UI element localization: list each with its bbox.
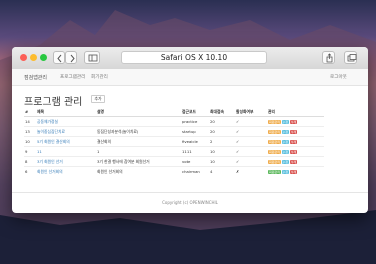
table-row: 6 회원인 선거회의 회원인 선거회의 chairman 4 ✗ 회원관리 수정 삭…	[24, 166, 324, 176]
col-manage: 관리	[267, 107, 324, 117]
row-access-code: practice	[181, 116, 209, 127]
col-description: 설명	[96, 107, 181, 117]
chevron-right-icon	[70, 54, 75, 63]
table-header-row: # 제목 설명 접근코드 최대접속 활성화여부 관리	[24, 107, 324, 117]
row-active-status: ✓	[235, 126, 267, 137]
row-title-link[interactable]: 회원인 선거회의	[36, 166, 96, 176]
program-table: # 제목 설명 접근코드 최대접속 활성화여부 관리 14 공동체가정실 pra…	[24, 107, 324, 176]
row-description: 회원인 선거회의	[96, 166, 181, 176]
members-button[interactable]: 회원관리	[268, 169, 282, 175]
forward-button[interactable]	[65, 51, 77, 64]
row-title-link[interactable]: 5기 회원인 결산회의	[36, 136, 96, 147]
table-row: 8 3기 회원인 선거 3기 한결 행사에 참여분 회원선거 vote 10 ✓…	[24, 156, 324, 167]
edit-button[interactable]: 수정	[281, 149, 290, 155]
col-title: 제목	[36, 107, 96, 117]
row-description: 동집단성과분석(놀이치료)	[96, 126, 181, 137]
row-actions: 회원관리 수정 삭제	[267, 166, 324, 176]
row-active-status: ✓	[235, 116, 267, 127]
site-navbar: 점검앱관리 프로그램관리 회기관리 로그아웃	[12, 69, 368, 86]
address-bar[interactable]: Safari OS X 10.10	[121, 51, 267, 64]
close-window-button[interactable]	[20, 54, 27, 61]
row-number: 9	[24, 146, 36, 157]
delete-button[interactable]: 삭제	[289, 149, 298, 155]
page-title: 프로그램 관리	[24, 97, 83, 108]
row-actions: 회원관리 수정 삭제	[267, 156, 324, 167]
members-button[interactable]: 회원관리	[268, 139, 282, 145]
table-row: 9 11 1 1111 10 ✓ 회원관리 수정 삭제	[24, 146, 324, 157]
delete-button[interactable]: 삭제	[289, 129, 298, 135]
delete-button[interactable]: 삭제	[289, 139, 298, 145]
row-max-connections: 10	[209, 146, 235, 157]
row-title-link[interactable]: 놀이중심집단치료	[36, 126, 96, 137]
row-access-code: vote	[181, 156, 209, 167]
delete-button[interactable]: 삭제	[289, 159, 298, 165]
row-actions: 회원관리 수정 삭제	[267, 116, 324, 127]
row-max-connections: 10	[209, 156, 235, 167]
row-number: 13	[24, 126, 36, 137]
row-access-code: chairman	[181, 166, 209, 176]
edit-button[interactable]: 수정	[281, 129, 290, 135]
row-description: 결산회의	[96, 136, 181, 147]
edit-button[interactable]: 수정	[281, 159, 290, 165]
row-actions: 회원관리 수정 삭제	[267, 136, 324, 147]
sidebar-toggle-button[interactable]	[84, 51, 100, 64]
row-access-code: fiveaicle	[181, 136, 209, 147]
table-row: 14 공동체가정실 practice 20 ✓ 회원관리 수정 삭제	[24, 116, 324, 127]
delete-button[interactable]: 삭제	[289, 119, 298, 125]
row-description: 1	[96, 146, 181, 157]
col-number: #	[24, 107, 36, 117]
nav-item-programs[interactable]: 프로그램관리	[60, 74, 85, 80]
sidebar-icon	[88, 54, 98, 62]
row-access-code: 1111	[181, 146, 209, 157]
page-footer: Copyright (c) OPENWINCHIL	[12, 192, 368, 213]
title-bar: Safari OS X 10.10	[12, 47, 368, 70]
row-max-connections: 2	[209, 136, 235, 147]
back-button[interactable]	[53, 51, 65, 64]
nav-logout[interactable]: 로그아웃	[330, 74, 347, 80]
row-access-code: startup	[181, 126, 209, 137]
members-button[interactable]: 회원관리	[268, 119, 282, 125]
edit-button[interactable]: 수정	[281, 169, 290, 175]
row-title-link[interactable]: 11	[36, 146, 96, 157]
edit-button[interactable]: 수정	[281, 139, 290, 145]
edit-button[interactable]: 수정	[281, 119, 290, 125]
tabs-icon	[347, 54, 357, 62]
col-max-connections: 최대접속	[209, 107, 235, 117]
col-access-code: 접근코드	[181, 107, 209, 117]
row-number: 10	[24, 136, 36, 147]
members-button[interactable]: 회원관리	[268, 129, 282, 135]
table-row: 13 놀이중심집단치료 동집단성과분석(놀이치료) startup 20 ✓ 회…	[24, 126, 324, 137]
row-active-status: ✓	[235, 156, 267, 167]
members-button[interactable]: 회원관리	[268, 149, 282, 155]
row-description	[96, 116, 181, 127]
delete-button[interactable]: 삭제	[289, 169, 298, 175]
col-active: 활성화여부	[235, 107, 267, 117]
members-button[interactable]: 회원관리	[268, 159, 282, 165]
row-number: 8	[24, 156, 36, 167]
tabs-button[interactable]	[344, 51, 357, 64]
row-description: 3기 한결 행사에 참여분 회원선거	[96, 156, 181, 167]
row-active-status: ✗	[235, 166, 267, 176]
row-actions: 회원관리 수정 삭제	[267, 126, 324, 137]
row-actions: 회원관리 수정 삭제	[267, 146, 324, 157]
row-max-connections: 20	[209, 126, 235, 137]
nav-brand[interactable]: 점검앱관리	[24, 74, 47, 81]
add-program-button[interactable]: 추가	[91, 95, 105, 103]
row-number: 14	[24, 116, 36, 127]
table-row: 10 5기 회원인 결산회의 결산회의 fiveaicle 2 ✓ 회원관리 수정…	[24, 136, 324, 147]
zoom-window-button[interactable]	[40, 54, 47, 61]
share-button[interactable]	[322, 51, 335, 64]
row-title-link[interactable]: 공동체가정실	[36, 116, 96, 127]
row-active-status: ✓	[235, 146, 267, 157]
share-icon	[326, 53, 333, 63]
row-active-status: ✓	[235, 136, 267, 147]
browser-window: Safari OS X 10.10 점검앱관리 프로그램관리 회기관리 로그아웃…	[12, 47, 368, 213]
row-max-connections: 20	[209, 116, 235, 127]
row-max-connections: 4	[209, 166, 235, 176]
row-number: 6	[24, 166, 36, 176]
minimize-window-button[interactable]	[30, 54, 37, 61]
nav-item-sessions[interactable]: 회기관리	[91, 74, 108, 80]
row-title-link[interactable]: 3기 회원인 선거	[36, 156, 96, 167]
